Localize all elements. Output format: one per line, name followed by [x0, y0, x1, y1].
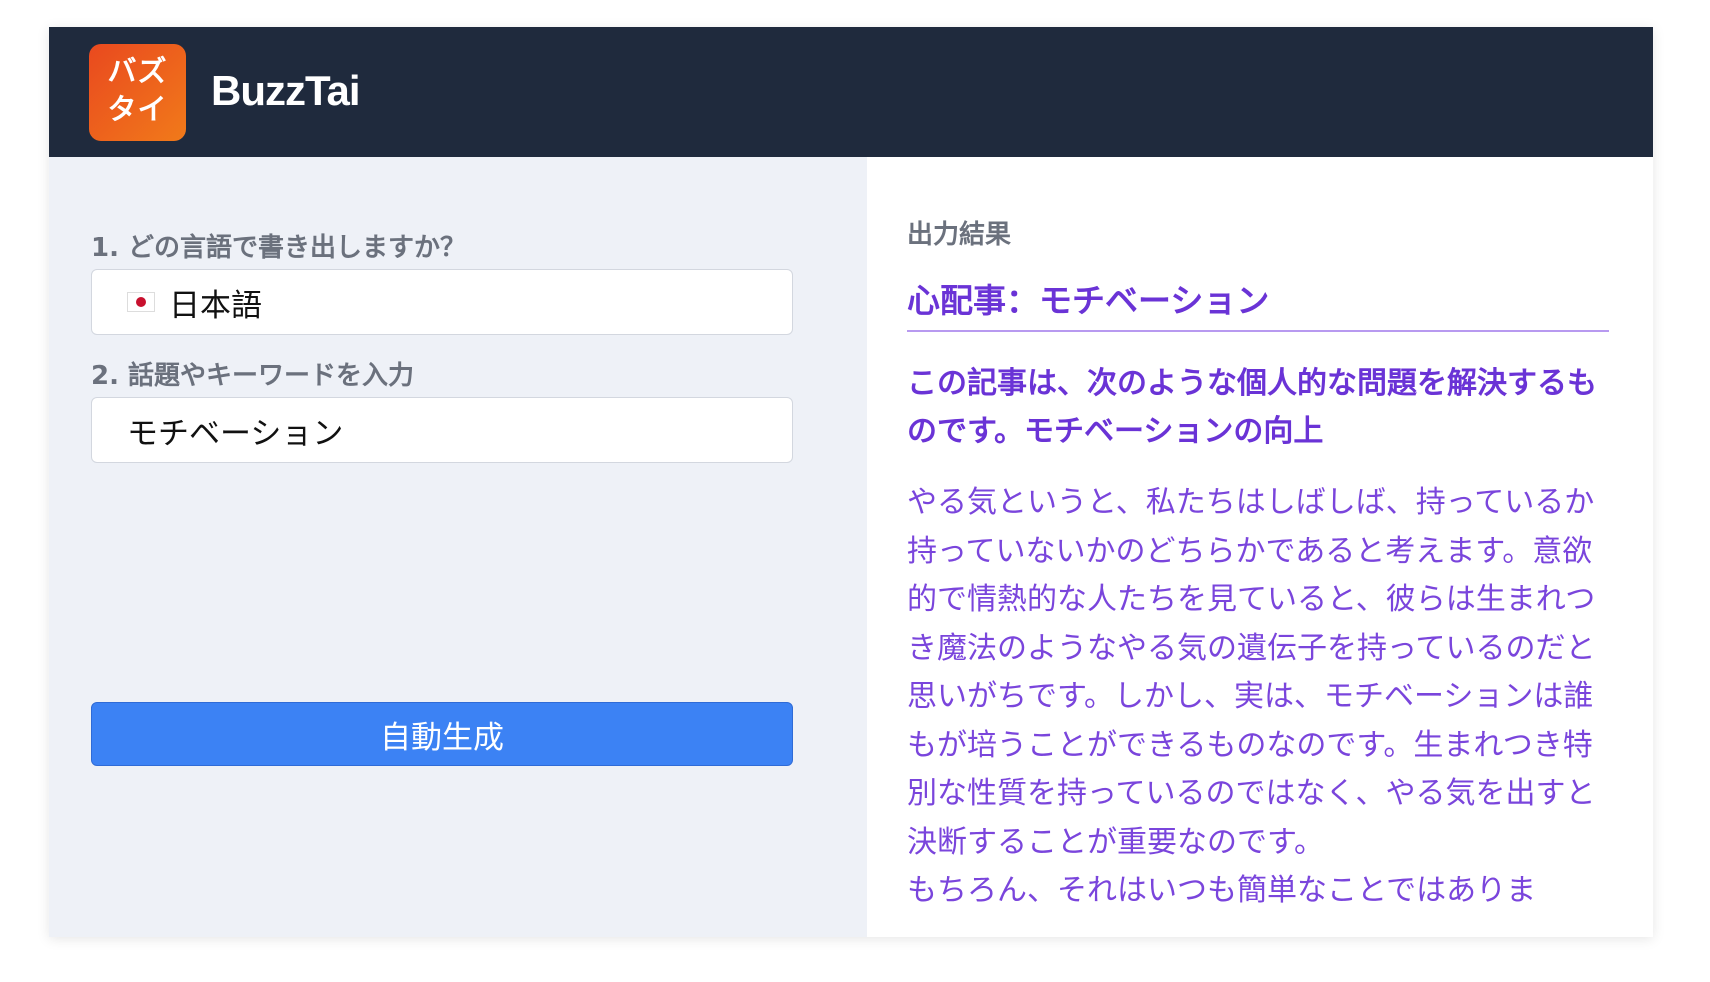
language-select[interactable]: 日本語: [91, 269, 793, 335]
brand-name[interactable]: BuzzTai: [211, 67, 361, 115]
language-label: 1. どの言語で書き出しますか？: [91, 233, 467, 263]
output-panel: 出力結果 心配事：モチベーション この記事は、次のような個人的な問題を解決するも…: [867, 157, 1653, 937]
app-window: バズ タイ BuzzTai 1. どの言語で書き出しますか？ 日本語 2. 話題…: [49, 27, 1653, 937]
output-paragraph: もちろん、それはいつも簡単なことではありま: [907, 873, 1537, 908]
output-title: 心配事：モチベーション: [907, 274, 1609, 332]
app-logo[interactable]: バズ タイ: [89, 44, 186, 141]
input-panel: 1. どの言語で書き出しますか？ 日本語 2. 話題やキーワードを入力 モチベー…: [49, 157, 867, 937]
generate-button[interactable]: 自動生成: [91, 702, 793, 766]
logo-text-line2: タイ: [107, 92, 168, 126]
japan-flag-icon: [127, 292, 155, 312]
logo-text-line1: バズ: [107, 54, 168, 88]
output-paragraph: やる気というと、私たちはしばしば、持っているか持っていないかのどちらかであると考…: [907, 485, 1596, 860]
topic-input-value: モチベーション: [127, 415, 344, 452]
header-bar: バズ タイ BuzzTai: [49, 27, 1653, 157]
topic-label: 2. 話題やキーワードを入力: [91, 361, 415, 391]
language-select-value: 日本語: [169, 287, 262, 324]
output-summary: この記事は、次のような個人的な問題を解決するものです。モチベーションの向上: [907, 366, 1597, 449]
output-body: やる気というと、私たちはしばしば、持っているか持っていないかのどちらかであると考…: [907, 479, 1609, 916]
output-label: 出力結果: [907, 220, 1012, 250]
topic-input[interactable]: モチベーション: [91, 397, 793, 463]
